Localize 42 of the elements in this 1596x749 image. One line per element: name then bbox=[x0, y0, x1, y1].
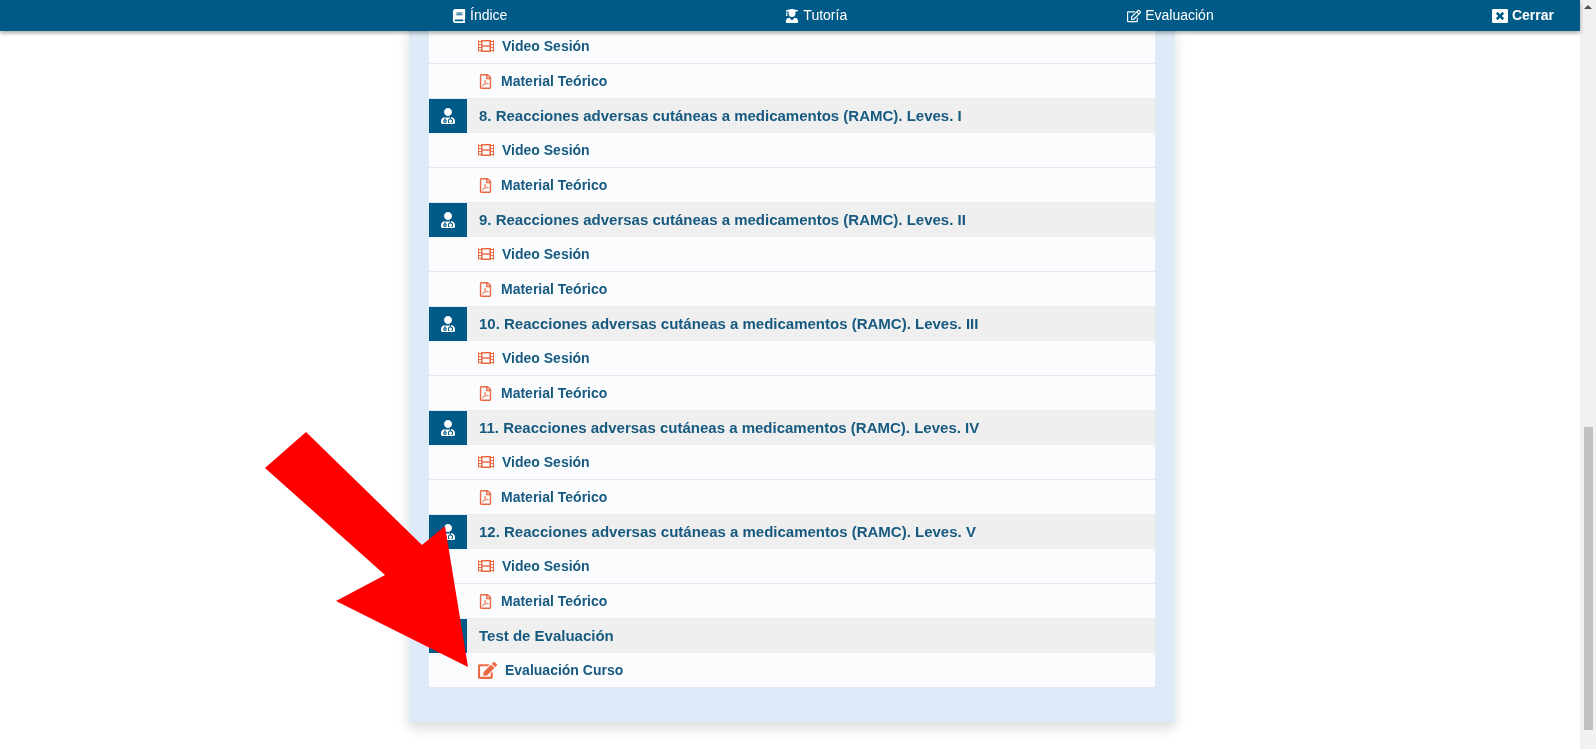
pdf-file-icon bbox=[478, 593, 493, 609]
close-button[interactable]: Cerrar bbox=[1491, 5, 1554, 26]
pdf-file-icon bbox=[478, 489, 493, 505]
lesson-link[interactable]: Video Sesión bbox=[502, 347, 590, 369]
scrollbar-thumb[interactable] bbox=[1583, 427, 1593, 730]
section-title: 10. Reacciones adversas cutáneas a medicamentos (RAMC). Leves. III bbox=[479, 313, 979, 334]
lesson-link[interactable]: Video Sesión bbox=[502, 139, 590, 161]
section-title: 12. Reacciones adversas cutáneas a medicamentos (RAMC). Leves. V bbox=[479, 521, 976, 542]
lesson-link[interactable]: Video Sesión bbox=[502, 555, 590, 577]
film-icon bbox=[478, 142, 494, 158]
film-icon bbox=[478, 350, 494, 366]
lesson-link[interactable]: Video Sesión bbox=[502, 243, 590, 265]
film-icon bbox=[478, 246, 494, 262]
book-icon bbox=[452, 8, 466, 23]
nav-link[interactable]: Índice bbox=[452, 5, 508, 26]
graduate-icon bbox=[785, 8, 800, 23]
close-icon bbox=[1491, 7, 1508, 24]
section-title: 8. Reacciones adversas cutáneas a medicamentos (RAMC). Leves. I bbox=[479, 105, 962, 126]
film-icon bbox=[478, 454, 494, 470]
section-title: 11. Reacciones adversas cutáneas a medicamentos (RAMC). Leves. IV bbox=[479, 417, 980, 438]
film-icon bbox=[478, 558, 494, 574]
pdf-file-icon bbox=[478, 281, 493, 297]
nav-link[interactable]: Evaluación bbox=[1127, 5, 1214, 26]
lesson-link[interactable]: Video Sesión bbox=[502, 35, 590, 57]
edit-icon bbox=[1127, 8, 1142, 23]
section-title: Test de Evaluación bbox=[479, 625, 614, 646]
lesson-link[interactable]: Material Teórico bbox=[501, 174, 608, 196]
film-icon bbox=[478, 38, 494, 54]
lesson-link[interactable]: Material Teórico bbox=[501, 70, 608, 92]
lesson-link[interactable]: Evaluación Curso bbox=[505, 659, 624, 681]
lesson-link[interactable]: Material Teórico bbox=[501, 486, 608, 508]
edit-icon bbox=[478, 660, 497, 680]
pdf-file-icon bbox=[478, 385, 493, 401]
lesson-link[interactable]: Material Teórico bbox=[501, 382, 608, 404]
nav-link[interactable]: Tutoría bbox=[785, 5, 848, 26]
pdf-file-icon bbox=[478, 73, 493, 89]
lesson-link[interactable]: Material Teórico bbox=[501, 590, 608, 612]
lesson-link[interactable]: Video Sesión bbox=[502, 451, 590, 473]
section-title: 9. Reacciones adversas cutáneas a medicamentos (RAMC). Leves. II bbox=[479, 209, 966, 230]
pdf-file-icon bbox=[478, 177, 493, 193]
scroll-up-icon[interactable] bbox=[1584, 5, 1592, 9]
lesson-link[interactable]: Material Teórico bbox=[501, 278, 608, 300]
